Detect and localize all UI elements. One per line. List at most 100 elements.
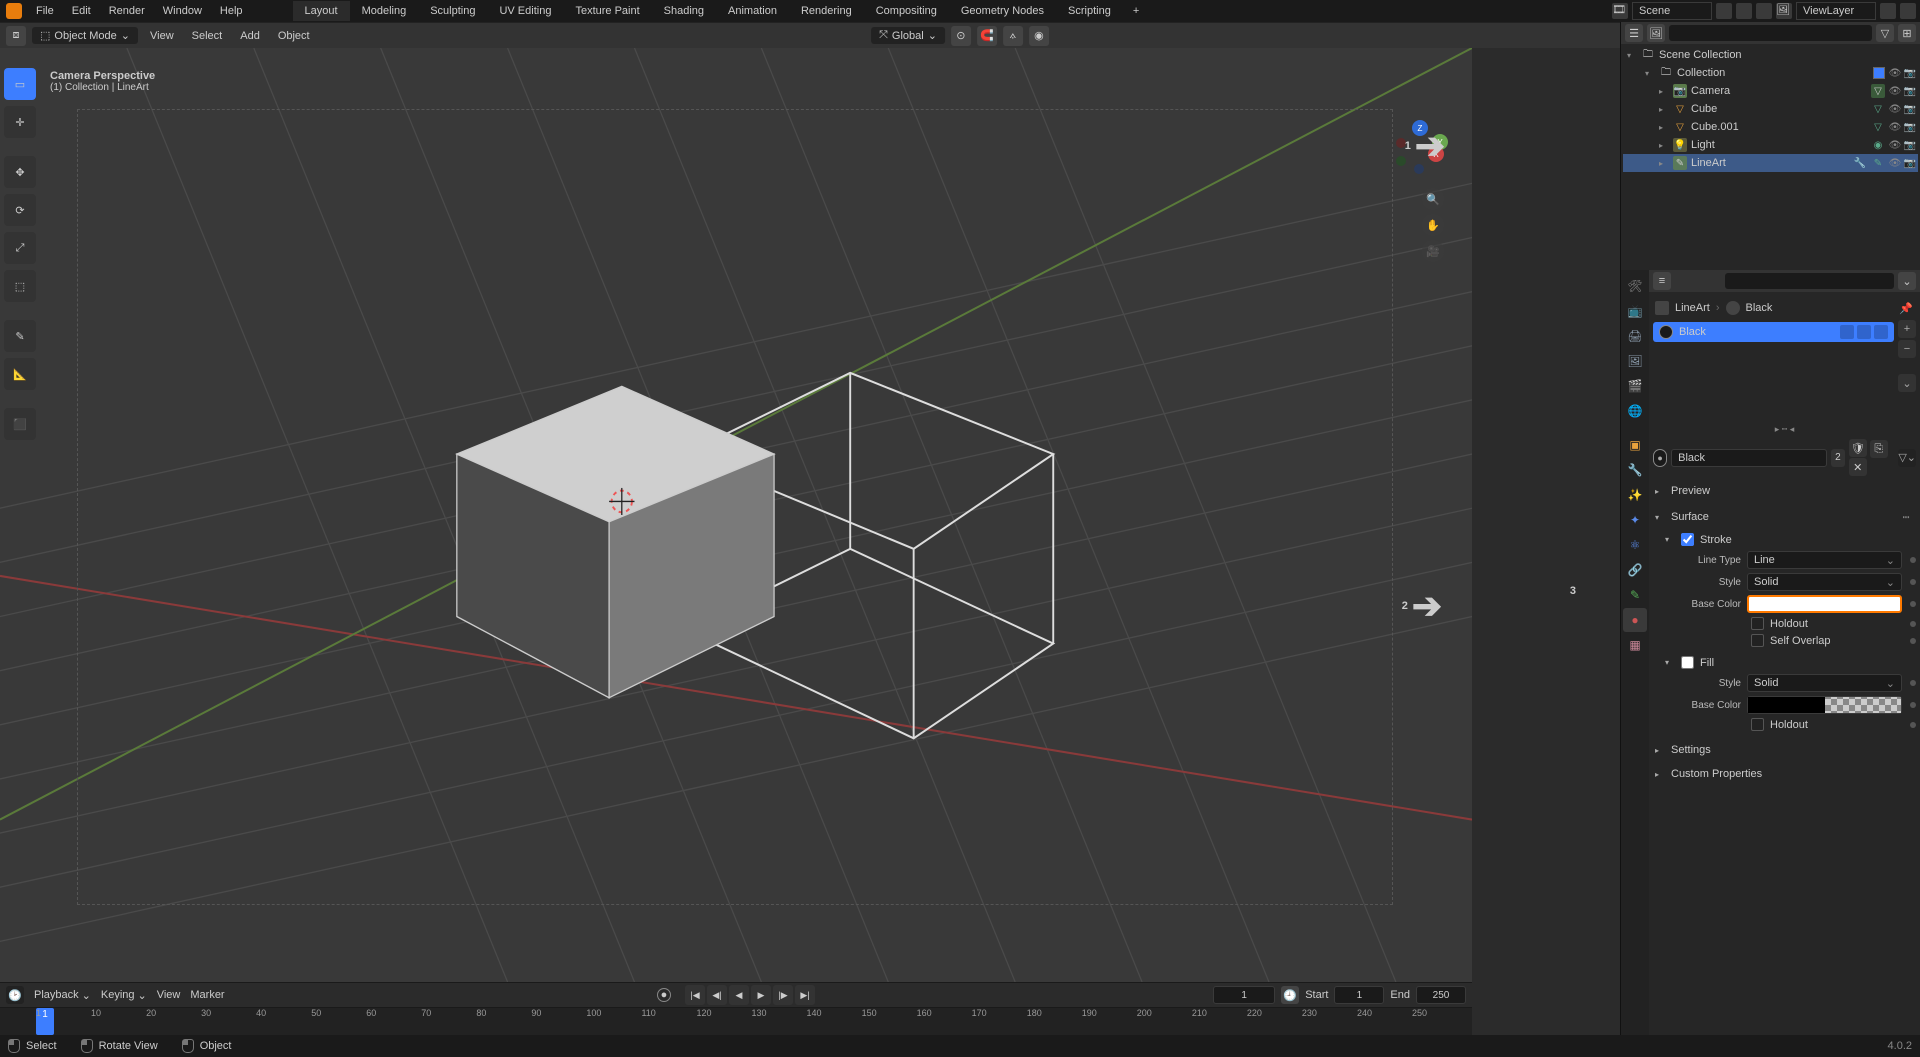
menu-edit[interactable]: Edit bbox=[64, 3, 99, 19]
viewlayer-new-icon[interactable] bbox=[1880, 3, 1896, 19]
outliner-item-camera[interactable]: ▸ 📷 Camera ▽ 👁📷 bbox=[1623, 82, 1918, 100]
prop-tab-modifiers[interactable]: 🔧 bbox=[1623, 458, 1647, 482]
disclosure-icon[interactable]: ▸ bbox=[1659, 123, 1669, 132]
properties-options-icon[interactable]: ⌄ bbox=[1898, 272, 1916, 290]
prop-tab-objectdata[interactable]: ✎ bbox=[1623, 583, 1647, 607]
eye-icon[interactable]: 👁 bbox=[1889, 121, 1901, 133]
animate-dot-icon[interactable] bbox=[1910, 638, 1916, 644]
menu-file[interactable]: File bbox=[28, 3, 62, 19]
stroke-enable-checkbox[interactable] bbox=[1681, 533, 1694, 546]
prop-tab-effects[interactable]: ✨ bbox=[1623, 483, 1647, 507]
current-frame-input[interactable]: 1 bbox=[1213, 986, 1275, 1004]
animate-dot-icon[interactable] bbox=[1910, 579, 1916, 585]
prop-tab-object[interactable]: ▣ bbox=[1623, 433, 1647, 457]
menu-help[interactable]: Help bbox=[212, 3, 251, 19]
timeline-marker[interactable]: Marker bbox=[190, 989, 224, 1001]
material-browse-icon[interactable]: ● bbox=[1653, 449, 1667, 467]
tool-add-cube[interactable]: ⬛ bbox=[4, 408, 36, 440]
tool-rotate[interactable]: ⟳ bbox=[4, 194, 36, 226]
workspace-add-button[interactable]: + bbox=[1123, 1, 1149, 21]
3d-viewport[interactable]: Camera Perspective (1) Collection | Line… bbox=[0, 48, 1472, 982]
outliner-item-cube[interactable]: ▸ ▽ Cube ▽ 👁📷 bbox=[1623, 100, 1918, 118]
timeline-ruler[interactable]: 1 11020304050607080901001101201301401501… bbox=[0, 1007, 1472, 1035]
panel-settings-header[interactable]: ▸ Settings bbox=[1653, 741, 1916, 759]
timeline-view[interactable]: View bbox=[157, 989, 181, 1001]
material-user-count[interactable]: 2 bbox=[1831, 449, 1845, 467]
tool-measure[interactable]: 📐 bbox=[4, 358, 36, 390]
scene-delete-icon[interactable] bbox=[1756, 3, 1772, 19]
fill-style-dropdown[interactable]: Solid bbox=[1747, 674, 1902, 692]
eye-icon[interactable]: 👁 bbox=[1889, 139, 1901, 151]
line-type-dropdown[interactable]: Line bbox=[1747, 551, 1902, 569]
menu-window[interactable]: Window bbox=[155, 3, 210, 19]
mode-dropdown[interactable]: ⬚ Object Mode ⌄ bbox=[32, 27, 138, 44]
pin-icon[interactable]: 📌 bbox=[1898, 300, 1914, 316]
render-icon[interactable]: 📷 bbox=[1904, 85, 1916, 97]
tool-move[interactable]: ✥ bbox=[4, 156, 36, 188]
render-icon[interactable]: 📷 bbox=[1904, 157, 1916, 169]
prop-tab-tool[interactable]: 🛠 bbox=[1623, 274, 1647, 298]
workspace-uv[interactable]: UV Editing bbox=[487, 1, 563, 21]
material-menu-icon[interactable]: ▽⌄ bbox=[1898, 449, 1916, 467]
nav-pan-icon[interactable]: ✋ bbox=[1422, 214, 1444, 236]
prop-tab-render[interactable]: 📺 bbox=[1623, 299, 1647, 323]
preview-range-icon[interactable]: 🕘 bbox=[1281, 986, 1299, 1004]
properties-type-icon[interactable]: ≡ bbox=[1653, 272, 1671, 290]
prop-tab-particles[interactable]: ✦ bbox=[1623, 508, 1647, 532]
prop-tab-constraints[interactable]: 🔗 bbox=[1623, 558, 1647, 582]
fill-base-color-swatch[interactable] bbox=[1747, 696, 1902, 714]
properties-body[interactable]: ≡ ⌄ LineArt › Black 📌 Black bbox=[1649, 270, 1920, 1057]
disclosure-icon[interactable]: ▾ bbox=[1627, 51, 1637, 60]
prop-tab-physics[interactable]: ⚛ bbox=[1623, 533, 1647, 557]
tool-scale[interactable]: ⤢ bbox=[4, 232, 36, 264]
material-name-input[interactable] bbox=[1671, 449, 1827, 467]
prop-tab-viewlayer[interactable]: 🖼 bbox=[1623, 349, 1647, 373]
eye-icon[interactable]: 👁 bbox=[1889, 103, 1901, 115]
play-button[interactable]: ▶ bbox=[751, 985, 771, 1005]
disclosure-icon[interactable]: ▸ bbox=[1659, 141, 1669, 150]
start-frame-input[interactable]: 1 bbox=[1334, 986, 1384, 1004]
workspace-scripting[interactable]: Scripting bbox=[1056, 1, 1123, 21]
prop-tab-world[interactable]: 🌐 bbox=[1623, 399, 1647, 423]
nav-zoom-icon[interactable]: 🔍 bbox=[1422, 188, 1444, 210]
prop-tab-output[interactable]: 🖨 bbox=[1623, 324, 1647, 348]
disclosure-icon[interactable]: ▾ bbox=[1645, 69, 1655, 78]
panel-menu-icon[interactable]: ┉ bbox=[1898, 509, 1914, 525]
slot-onion-icon[interactable] bbox=[1840, 325, 1854, 339]
timeline-type-icon[interactable]: 🕑 bbox=[6, 986, 24, 1004]
animate-dot-icon[interactable] bbox=[1910, 680, 1916, 686]
animate-dot-icon[interactable] bbox=[1910, 702, 1916, 708]
fill-holdout-checkbox[interactable] bbox=[1751, 718, 1764, 731]
viewlayer-delete-icon[interactable] bbox=[1900, 3, 1916, 19]
viewlayer-name-field[interactable]: ViewLayer bbox=[1796, 2, 1876, 20]
workspace-sculpting[interactable]: Sculpting bbox=[418, 1, 487, 21]
render-icon[interactable]: 📷 bbox=[1904, 67, 1916, 79]
scene-pin-icon[interactable] bbox=[1716, 3, 1732, 19]
jump-start-button[interactable]: |◀ bbox=[685, 985, 705, 1005]
render-icon[interactable]: 📷 bbox=[1904, 139, 1916, 151]
material-list-drag-handle[interactable]: ▸ ┉ ◂ bbox=[1653, 424, 1916, 435]
animate-dot-icon[interactable] bbox=[1910, 601, 1916, 607]
orientation-dropdown[interactable]: ⤧ Global ⌄ bbox=[871, 27, 945, 44]
properties-search-input[interactable] bbox=[1725, 273, 1894, 289]
outliner-search-input[interactable] bbox=[1669, 25, 1872, 41]
nav-camera-icon[interactable]: 🎥 bbox=[1422, 240, 1444, 262]
workspace-shading[interactable]: Shading bbox=[652, 1, 716, 21]
workspace-rendering[interactable]: Rendering bbox=[789, 1, 864, 21]
material-slot-active[interactable]: Black bbox=[1653, 322, 1894, 342]
fill-enable-checkbox[interactable] bbox=[1681, 656, 1694, 669]
outliner-filter-icon[interactable]: ▽ bbox=[1876, 24, 1894, 42]
tool-select-box[interactable]: ▭ bbox=[4, 68, 36, 100]
scene-new-icon[interactable] bbox=[1736, 3, 1752, 19]
breadcrumb-object[interactable]: LineArt bbox=[1675, 302, 1710, 314]
panel-surface-header[interactable]: ▾ Surface ┉ bbox=[1653, 506, 1916, 528]
eye-icon[interactable]: 👁 bbox=[1889, 157, 1901, 169]
outliner-collection[interactable]: ▾ 🗀 Collection 👁📷 bbox=[1623, 64, 1918, 82]
material-slot-add-button[interactable]: + bbox=[1898, 320, 1916, 338]
tool-cursor[interactable]: ✛ bbox=[4, 106, 36, 138]
tool-annotate[interactable]: ✎ bbox=[4, 320, 36, 352]
stroke-base-color-swatch[interactable] bbox=[1747, 595, 1902, 613]
outliner-item-cube001[interactable]: ▸ ▽ Cube.001 ▽ 👁📷 bbox=[1623, 118, 1918, 136]
workspace-modeling[interactable]: Modeling bbox=[350, 1, 419, 21]
disclosure-icon[interactable]: ▸ bbox=[1659, 87, 1669, 96]
